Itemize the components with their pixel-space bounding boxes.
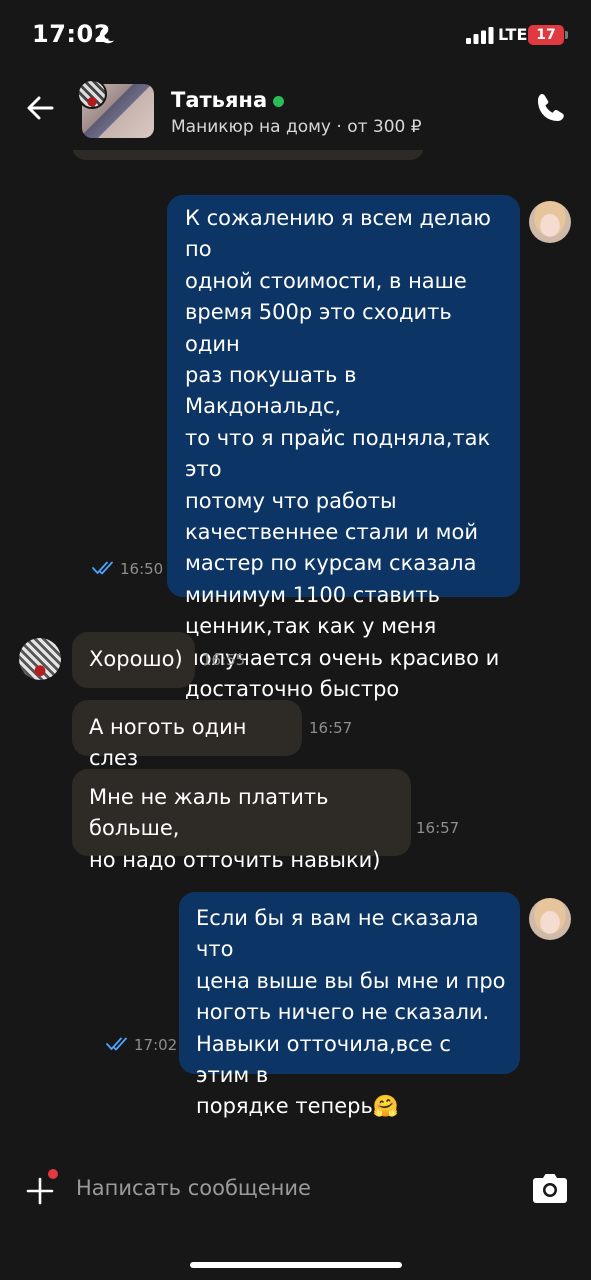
message-time: 16:50 — [120, 560, 164, 578]
message-input-bar — [0, 1150, 591, 1230]
moon-icon — [99, 26, 115, 44]
message-time: 16:57 — [416, 819, 460, 837]
message-bubble-incoming[interactable]: Мне не жаль платить больше, но надо отто… — [72, 769, 411, 872]
message-time: 17:02 — [134, 1036, 178, 1054]
chat-screen: 17:02 LTE 17 Татьяна Маникюр на дому · о… — [0, 0, 591, 1280]
contact-message-avatar[interactable] — [19, 638, 61, 680]
message-input[interactable] — [76, 1168, 506, 1208]
my-avatar[interactable] — [529, 201, 571, 243]
double-check-icon — [92, 561, 113, 575]
my-avatar[interactable] — [529, 898, 571, 940]
message-time: 16:57 — [309, 719, 353, 737]
message-bubble-incoming[interactable]: Хорошо) — [72, 632, 195, 688]
chat-header: Татьяна Маникюр на дому · от 300 ₽ — [0, 70, 591, 150]
phone-icon[interactable] — [533, 90, 569, 126]
contact-avatar[interactable] — [77, 79, 107, 109]
contact-name-text: Татьяна — [171, 88, 268, 112]
network-label: LTE — [498, 25, 528, 44]
battery-tip — [565, 31, 568, 39]
message-bubble-outgoing[interactable]: К сожалению я всем делаю по одной стоимо… — [167, 195, 520, 701]
online-status-dot — [273, 95, 285, 107]
double-check-icon — [106, 1037, 127, 1051]
status-bar: 17:02 LTE 17 — [0, 0, 591, 70]
battery-indicator: 17 — [528, 25, 564, 45]
message-bubble-outgoing[interactable]: Если бы я вам не сказала что цена выше в… — [179, 892, 520, 1118]
message-text: Мне не жаль платить больше, но надо отто… — [89, 785, 381, 872]
signal-icon — [466, 27, 494, 44]
battery-level: 17 — [536, 27, 556, 43]
notification-dot — [45, 1166, 61, 1182]
camera-icon[interactable] — [531, 1172, 569, 1206]
contact-name[interactable]: Татьяна — [171, 88, 285, 112]
home-indicator[interactable] — [190, 1262, 402, 1268]
message-text: Если бы я вам не сказала что цена выше в… — [196, 906, 506, 1119]
back-arrow-icon[interactable] — [22, 90, 58, 126]
message-bubble-incoming[interactable]: А ноготь один слез — [72, 700, 302, 770]
message-text: Хорошо) — [89, 647, 183, 671]
message-text: К сожалению я всем делаю по одной стоимо… — [185, 206, 500, 702]
message-text: А ноготь один слез — [89, 715, 247, 771]
message-time: 16:55 — [202, 651, 246, 669]
service-subtitle[interactable]: Маникюр на дому · от 300 ₽ — [171, 117, 422, 137]
